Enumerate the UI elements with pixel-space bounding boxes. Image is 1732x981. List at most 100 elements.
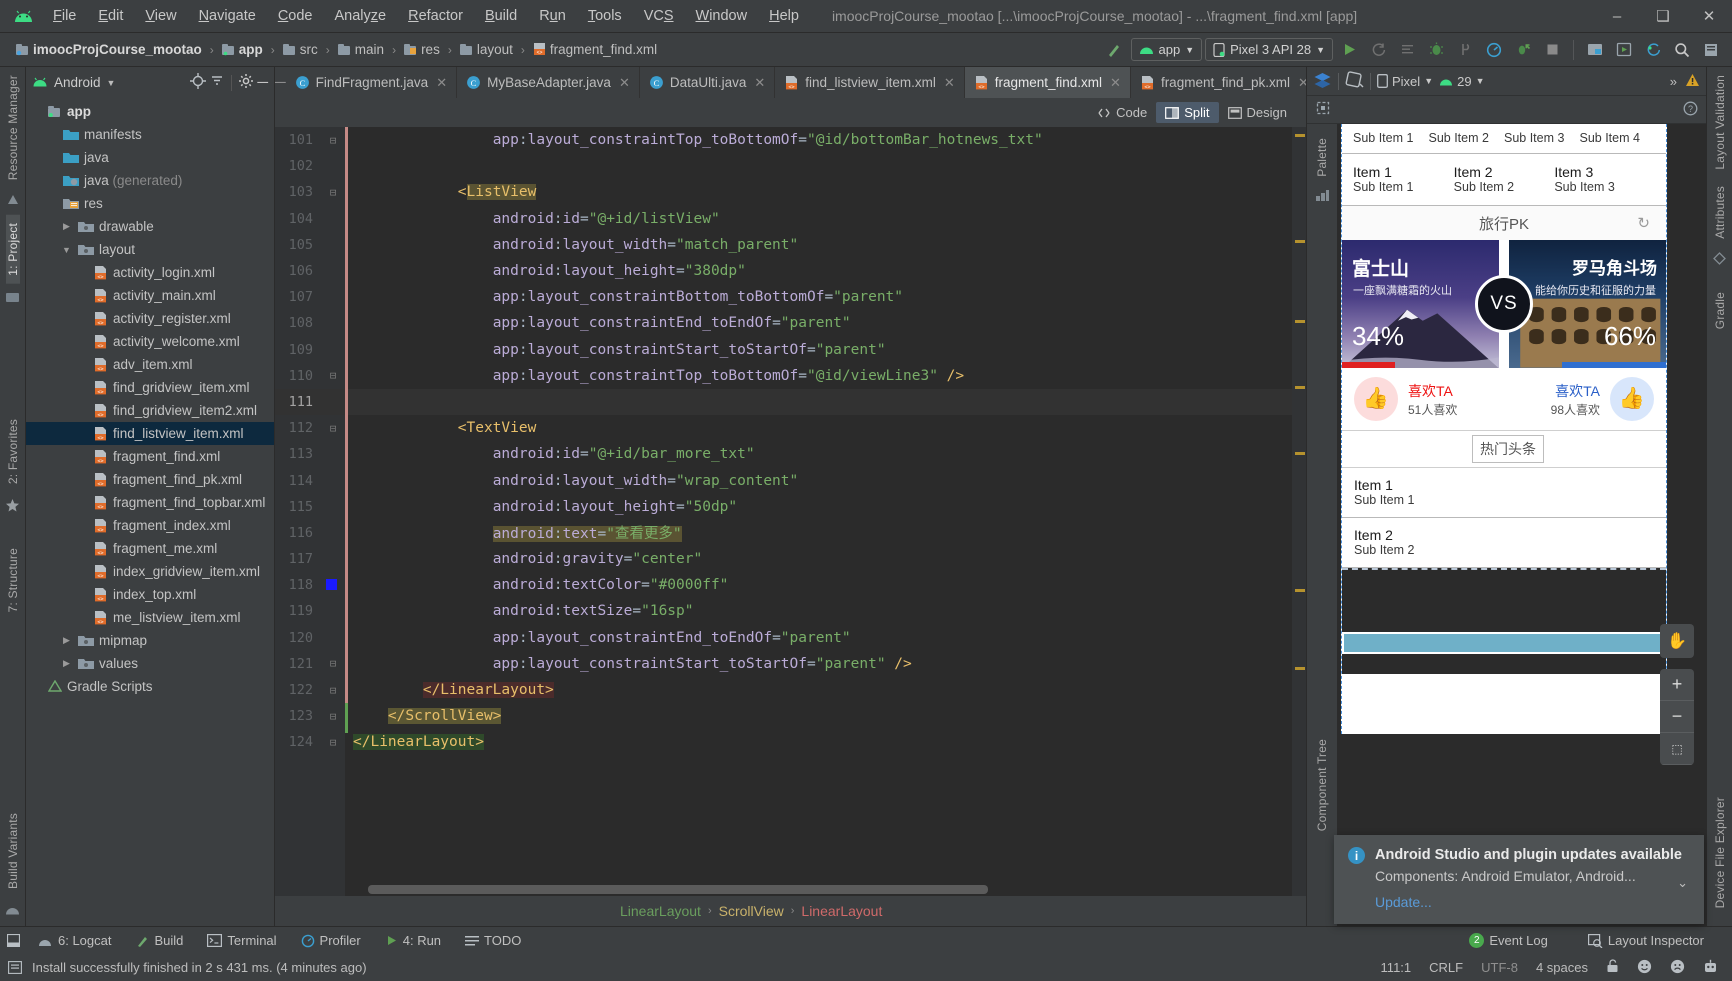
tree-node-values[interactable]: ▶ values: [26, 652, 274, 675]
tool-window-todo[interactable]: TODO: [453, 931, 533, 950]
breadcrumb-node-2[interactable]: LinearLayout: [801, 903, 882, 919]
breadcrumb-file[interactable]: <> fragment_find.xml: [529, 40, 661, 59]
tree-node-res[interactable]: res: [26, 192, 274, 215]
component-tree-label[interactable]: Component Tree: [1315, 731, 1329, 839]
editor-horizontal-scrollbar[interactable]: [349, 885, 1288, 894]
menu-build[interactable]: Build: [474, 5, 528, 27]
hide-panel-icon[interactable]: ─: [257, 75, 268, 90]
run-configuration-selector[interactable]: app ▼: [1130, 38, 1203, 61]
tree-expand-arrow[interactable]: ▶: [60, 221, 73, 232]
editor-marker-bar[interactable]: [1292, 127, 1306, 896]
main-menu[interactable]: File Edit View Navigate Code Analyze Ref…: [42, 5, 810, 27]
profiler-icon[interactable]: [1481, 37, 1507, 63]
caret-position[interactable]: 111:1: [1381, 960, 1412, 975]
editor-tab-findfragment-java[interactable]: C FindFragment.java ✕: [286, 67, 458, 98]
palette-rail[interactable]: Palette Component Tree: [1307, 124, 1337, 926]
code-editor[interactable]: 101 ⊟ app:layout_constraintTop_toBottomOf…: [275, 127, 1292, 896]
code-line-117[interactable]: 117 android:gravity="center": [275, 546, 1292, 572]
chevron-down-icon[interactable]: ⌄: [1677, 875, 1688, 891]
editor-view-mode-bar[interactable]: Code Split Design: [275, 98, 1306, 127]
code-line-103[interactable]: 103 ⊟ <ListView: [275, 179, 1292, 205]
tree-node-activity-welcome-xml[interactable]: <> activity_welcome.xml: [26, 330, 274, 353]
tool-window-build[interactable]: Build: [124, 931, 196, 950]
menu-refactor[interactable]: Refactor: [397, 5, 474, 27]
code-fold-toggle[interactable]: ⊟: [321, 369, 345, 382]
editor-tab-find-listview-item-xml[interactable]: <> find_listview_item.xml ✕: [775, 67, 965, 98]
debug-button[interactable]: [1423, 37, 1449, 63]
tree-node-fragment-find-pk-xml[interactable]: <> fragment_find_pk.xml: [26, 468, 274, 491]
menu-analyze[interactable]: Analyze: [324, 5, 398, 27]
tree-node-activity-login-xml[interactable]: <> activity_login.xml: [26, 261, 274, 284]
preview-list-item[interactable]: Item 1 Sub Item 1: [1342, 468, 1666, 517]
warning-icon[interactable]: [1685, 73, 1700, 90]
maximize-button[interactable]: ❑: [1640, 0, 1686, 33]
menu-file[interactable]: File: [42, 5, 87, 27]
editor-tab-mybaseadapter-java[interactable]: C MyBaseAdapter.java ✕: [457, 67, 640, 98]
pan-tool-button[interactable]: ✋: [1660, 624, 1694, 658]
editor-tab-fragment-find-pk-xml[interactable]: <> fragment_find_pk.xml ✕: [1131, 67, 1306, 98]
tree-node-find-listview-item-xml[interactable]: <> find_listview_item.xml: [26, 422, 274, 445]
search-icon[interactable]: [1669, 37, 1695, 63]
code-fold-toggle[interactable]: ⊟: [321, 422, 345, 435]
tree-node-app[interactable]: app: [26, 100, 274, 123]
api-dropdown[interactable]: 29 ▼: [1439, 74, 1485, 89]
locate-file-icon[interactable]: [190, 73, 207, 92]
device-dropdown[interactable]: Pixel ▼: [1377, 74, 1433, 89]
code-line-120[interactable]: 120 app:layout_constraintEnd_toEndOf="pa…: [275, 625, 1292, 651]
breadcrumb-layout[interactable]: layout: [456, 40, 517, 59]
editor-tab-bar[interactable]: ─ C FindFragment.java ✕ C MyBaseAdapter.java…: [275, 67, 1306, 98]
line-separator[interactable]: CRLF: [1429, 960, 1463, 975]
more-toolbar-icon[interactable]: [1698, 37, 1724, 63]
tool-window-logcat[interactable]: 6: Logcat: [26, 931, 124, 950]
event-log-button[interactable]: 2 Event Log: [1457, 931, 1560, 950]
robot-icon[interactable]: [1703, 959, 1718, 977]
rail-resource-manager[interactable]: Resource Manager: [6, 67, 20, 188]
hide-tool-windows-icon[interactable]: [0, 934, 26, 947]
breadcrumb-project[interactable]: imoocProjCourse_mootao: [12, 40, 206, 59]
code-line-121[interactable]: 121 ⊟ app:layout_constraintStart_toStartO…: [275, 651, 1292, 677]
tree-node-find-gridview-item2-xml[interactable]: <> find_gridview_item2.xml: [26, 399, 274, 422]
tree-node-gradle-scripts[interactable]: Gradle Scripts: [26, 675, 274, 698]
code-line-106[interactable]: 106 android:layout_height="380dp": [275, 258, 1292, 284]
rail-gradle[interactable]: Gradle: [1713, 284, 1727, 337]
breadcrumb-node-1[interactable]: ScrollView: [719, 903, 784, 919]
close-button[interactable]: ✕: [1686, 0, 1732, 33]
tool-window-run[interactable]: 4: Run: [373, 931, 453, 950]
code-line-124[interactable]: 124 ⊟ </LinearLayout>: [275, 729, 1292, 755]
breadcrumb-app[interactable]: app: [218, 40, 267, 59]
device-screen[interactable]: Sub Item 1 Sub Item 2 Sub Item 3 Sub Ite…: [1341, 124, 1667, 734]
rail-project[interactable]: 1: Project: [5, 215, 20, 284]
left-tool-rail[interactable]: Resource Manager 1: Project 2: Favorites…: [0, 67, 26, 926]
tool-window-profiler[interactable]: Profiler: [289, 931, 373, 950]
feedback-sad-icon[interactable]: [1670, 959, 1685, 977]
layout-inspector-button[interactable]: Layout Inspector: [1576, 931, 1716, 950]
code-line-114[interactable]: 114 android:layout_width="wrap_content": [275, 467, 1292, 493]
sync-gradle-icon[interactable]: [1640, 37, 1666, 63]
layout-preview[interactable]: Palette Component Tree Sub Item 1 Sub It…: [1307, 124, 1706, 926]
code-line-108[interactable]: 108 app:layout_constraintEnd_toEndOf="pa…: [275, 310, 1292, 336]
window-controls[interactable]: – ❑ ✕: [1594, 0, 1732, 33]
tree-node-fragment-find-topbar-xml[interactable]: <> fragment_find_topbar.xml: [26, 491, 274, 514]
thumbs-up-icon[interactable]: 👍: [1354, 377, 1398, 421]
editor-tab-dataulti-java[interactable]: C DataUlti.java ✕: [640, 67, 776, 98]
help-icon[interactable]: ?: [1683, 101, 1698, 119]
breadcrumb-node-0[interactable]: LinearLayout: [620, 903, 701, 919]
zoom-in-button[interactable]: +: [1660, 669, 1694, 701]
tree-node-fragment-find-xml[interactable]: <> fragment_find.xml: [26, 445, 274, 468]
tree-node-java[interactable]: java: [26, 146, 274, 169]
indent-setting[interactable]: 4 spaces: [1536, 960, 1588, 975]
refresh-icon[interactable]: ↻: [1637, 214, 1650, 232]
menu-navigate[interactable]: Navigate: [188, 5, 267, 27]
orientation-icon[interactable]: [1345, 71, 1364, 91]
code-line-122[interactable]: 122 ⊟ </LinearLayout>: [275, 677, 1292, 703]
tree-node-mipmap[interactable]: ▶ mipmap: [26, 629, 274, 652]
zoom-controls[interactable]: + − ⬚: [1660, 669, 1694, 765]
code-line-102[interactable]: 102: [275, 153, 1292, 179]
design-toolbar[interactable]: Pixel ▼ 29 ▼ »: [1307, 67, 1706, 96]
collapse-all-icon[interactable]: [209, 73, 225, 92]
tree-node-index-top-xml[interactable]: <> index_top.xml: [26, 583, 274, 606]
rail-device-file-explorer[interactable]: Device File Explorer: [1713, 789, 1727, 916]
code-line-107[interactable]: 107 app:layout_constraintBottom_toBottom…: [275, 284, 1292, 310]
breadcrumb[interactable]: imoocProjCourse_mootao › app › src › mai…: [12, 40, 661, 59]
like-right[interactable]: 喜欢TA 98人喜欢 👍: [1504, 377, 1666, 421]
